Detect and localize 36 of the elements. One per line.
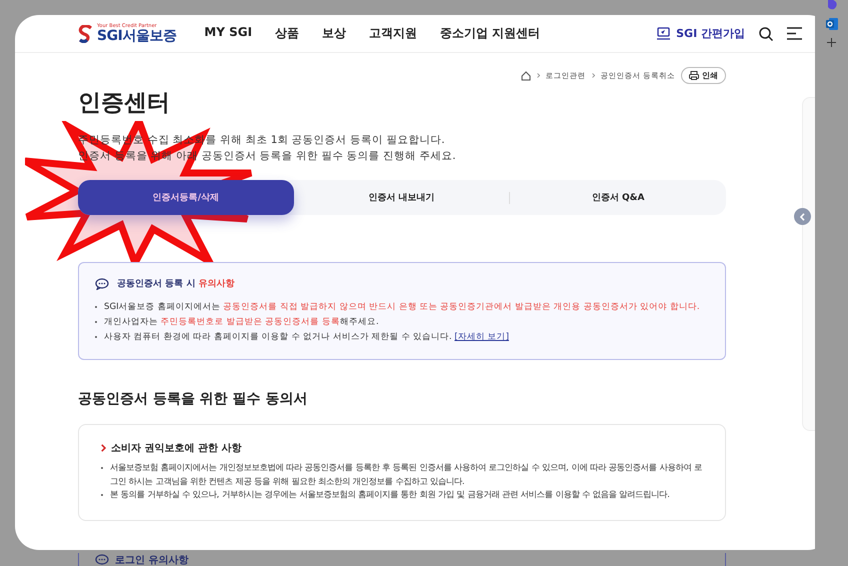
notice-title: 공동인증서 등록 시 유의사항: [117, 278, 234, 290]
notice-text: SGI서울보증 홈페이지에서는 공동인증서를 직접 발급하지 않으며 반드시 은행 또는 공동인증기관에서 발급받은 개인용 공동인증서가 있어야 합니다.: [104, 301, 700, 314]
chevron-right-icon: [592, 73, 595, 78]
nav-link[interactable]: 고객지원: [369, 25, 418, 42]
chevron-right-icon: [101, 444, 106, 452]
section-heading: 공동인증서 등록을 위한 필수 동의서: [78, 390, 308, 408]
consent-text: 본 동의를 거부하실 수 있으나, 거부하시는 경우에는 서울보증보험의 홈페이지를 통한 회원 가입 및 금융거래 관련 서비스를 이용할 수 없음을 알려드립니다.: [110, 488, 670, 501]
nav-link[interactable]: 중소기업 지원센터: [440, 25, 540, 42]
nav-link[interactable]: 보상: [322, 25, 346, 42]
sgi-logo-icon: [78, 24, 94, 42]
notice-text: 사용자 컴퓨터 환경에 따라 홈페이지를 이용할 수 없거나 서비스가 제한될 수 있습니다. [자세히 보기]: [104, 331, 509, 344]
tab[interactable]: 인증서 내보내기: [294, 180, 510, 215]
tab[interactable]: 인증서 Q&A: [510, 180, 726, 215]
nav-link[interactable]: 상품: [275, 25, 300, 42]
search-icon[interactable]: [759, 26, 773, 40]
chevron-left-icon: [800, 212, 805, 220]
detail-link[interactable]: [자세히 보기]: [454, 332, 509, 342]
speech-bubble-icon: [95, 278, 109, 290]
print-button[interactable]: 인쇄: [681, 67, 726, 84]
notice-text: 개인사업자는 주민등록번호로 발급받은 공동인증서를 등록해주세요.: [104, 316, 379, 329]
logo-text[interactable]: SGI서울보증: [97, 29, 176, 44]
signup-button[interactable]: SGI 간편가입: [656, 26, 745, 41]
section-title: 로그인 유의사항: [115, 554, 188, 566]
chevron-right-icon: [536, 73, 540, 78]
menu-icon[interactable]: [787, 26, 802, 40]
plus-icon[interactable]: [827, 38, 836, 47]
consent-title: 소비자 권익보호에 관한 사항: [111, 442, 242, 455]
collapse-button[interactable]: [794, 208, 811, 225]
consent-text: 서울보증보험 홈페이지에서는 개인정보보호법에 따라 공동인증서를 등록한 후 등록된 인증서를 사용하여 로그인하실 수 있으며, 이에 따라 공동인증서를 사용하여 로그인 하시는 고객님을 위한 컨텐츠 제공 등을 위해 필요한 최소한의 개인정보를 수집하고 있습니다.: [110, 461, 703, 488]
page-title: 인증센터: [78, 89, 171, 118]
tab[interactable]: 인증서등록/삭제: [78, 180, 294, 215]
printer-icon: [689, 71, 699, 80]
nav-link[interactable]: MY SGI: [204, 25, 252, 42]
computer-icon: [656, 27, 672, 40]
speech-bubble-icon: [95, 554, 109, 565]
home-icon[interactable]: [520, 70, 531, 80]
